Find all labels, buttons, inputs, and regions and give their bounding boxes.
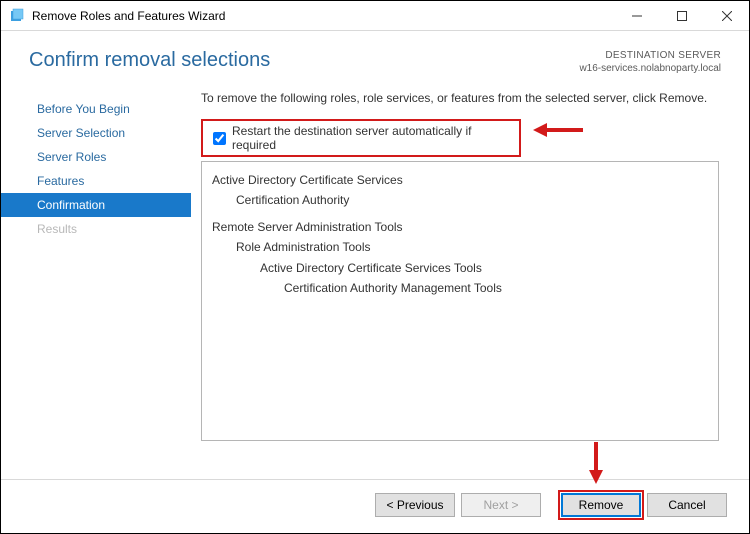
cancel-button[interactable]: Cancel	[647, 493, 727, 517]
window-title: Remove Roles and Features Wizard	[32, 9, 614, 23]
sidebar-item-results: Results	[1, 217, 191, 241]
role-item: Active Directory Certificate Services To…	[212, 258, 708, 278]
role-item: Role Administration Tools	[212, 237, 708, 257]
page-title: Confirm removal selections	[29, 49, 579, 72]
restart-checkbox-label: Restart the destination server automatic…	[232, 124, 513, 152]
wizard-steps-sidebar: Before You Begin Server Selection Server…	[1, 87, 191, 479]
restart-checkbox[interactable]	[213, 132, 226, 145]
previous-button[interactable]: < Previous	[375, 493, 455, 517]
annotation-arrow-left-icon	[533, 119, 583, 141]
sidebar-item-features[interactable]: Features	[1, 169, 191, 193]
maximize-button[interactable]	[659, 1, 704, 30]
sidebar-item-confirmation[interactable]: Confirmation	[1, 193, 191, 217]
close-button[interactable]	[704, 1, 749, 30]
annotation-arrow-down-icon	[585, 442, 607, 484]
role-item: Remote Server Administration Tools	[212, 217, 708, 237]
role-item: Active Directory Certificate Services	[212, 170, 708, 190]
next-button: Next >	[461, 493, 541, 517]
sidebar-item-server-roles[interactable]: Server Roles	[1, 145, 191, 169]
remove-button[interactable]: Remove	[561, 493, 641, 517]
wizard-footer: < Previous Next > Remove Cancel	[1, 479, 749, 529]
wizard-header: Confirm removal selections DESTINATION S…	[1, 31, 749, 87]
role-item: Certification Authority	[212, 190, 708, 210]
destination-server-info: DESTINATION SERVER w16-services.nolabnop…	[579, 49, 721, 75]
minimize-button[interactable]	[614, 1, 659, 30]
sidebar-item-server-selection[interactable]: Server Selection	[1, 121, 191, 145]
restart-checkbox-row[interactable]: Restart the destination server automatic…	[201, 119, 521, 157]
destination-label: DESTINATION SERVER	[579, 49, 721, 62]
app-icon	[9, 8, 25, 24]
destination-server-name: w16-services.nolabnoparty.local	[579, 62, 721, 75]
role-item: Certification Authority Management Tools	[212, 278, 708, 298]
sidebar-item-before-you-begin[interactable]: Before You Begin	[1, 97, 191, 121]
titlebar: Remove Roles and Features Wizard	[1, 1, 749, 31]
content-pane: To remove the following roles, role serv…	[191, 87, 749, 479]
instruction-text: To remove the following roles, role serv…	[201, 91, 719, 105]
roles-list: Active Directory Certificate Services Ce…	[201, 161, 719, 441]
